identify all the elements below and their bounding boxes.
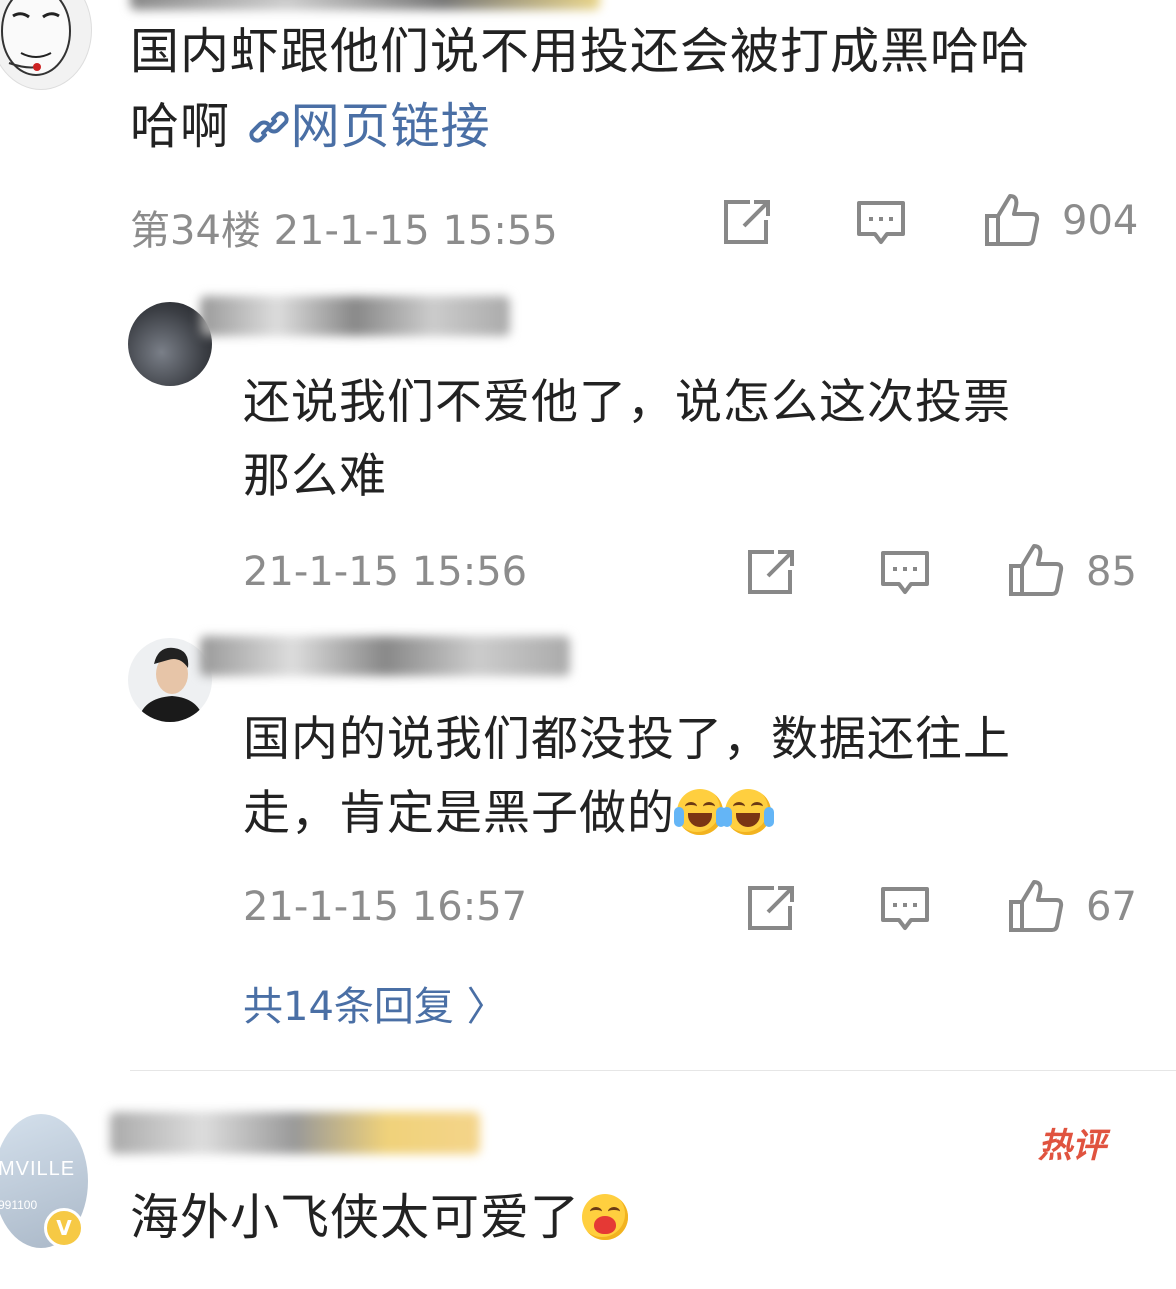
like-icon [985, 194, 1040, 246]
avatar[interactable] [0, 0, 92, 90]
reply-text: 国内的说我们都没投了，数据还往上 走，肯定是黑子做的 [243, 703, 1143, 851]
reply-time: 21-1-15 15:56 [243, 549, 528, 595]
share-button[interactable] [746, 884, 796, 936]
verified-icon: V [44, 1208, 84, 1248]
reply-time: 21-1-15 16:57 [243, 884, 528, 930]
like-icon [1009, 544, 1064, 596]
like-count: 67 [1086, 884, 1137, 930]
comment-button[interactable] [856, 200, 906, 252]
share-icon [748, 886, 794, 930]
comment-button[interactable] [880, 886, 930, 938]
divider [130, 1070, 1176, 1071]
comment-button[interactable] [880, 550, 930, 602]
blurred-username [200, 296, 510, 336]
link-icon [249, 111, 289, 143]
share-button[interactable] [746, 548, 796, 600]
avatar-text: MVILLE [0, 1158, 76, 1180]
crying-laughing-emoji-icon [722, 789, 774, 835]
hot-comment-badge: 热评 [1038, 1126, 1106, 1166]
comment-text: 海外小飞侠太可爱了 [130, 1180, 1130, 1255]
avatar-subtext: 991100 [0, 1198, 38, 1212]
blurred-username [130, 0, 600, 10]
avatar-face-icon [1, 0, 71, 76]
like-button[interactable] [1008, 542, 1064, 602]
like-button[interactable] [1008, 878, 1064, 938]
share-icon [748, 550, 794, 594]
heart-hug-emoji-icon [582, 1194, 629, 1240]
comment-icon [857, 201, 905, 244]
more-replies-link[interactable]: 共14条回复 〉 [243, 974, 507, 1032]
like-count: 85 [1086, 549, 1137, 595]
comment-icon [881, 551, 929, 594]
blurred-username [200, 636, 570, 676]
like-button[interactable] [984, 192, 1040, 252]
reply-text: 还说我们不爱他了，说怎么这次投票 那么难 [243, 366, 1143, 514]
comment-floor-time: 第34楼 21-1-15 15:55 [130, 208, 558, 254]
reply-text-line: 走，肯定是黑子做的 [243, 777, 1143, 851]
share-icon [724, 200, 770, 244]
reply-text-line: 那么难 [243, 449, 387, 504]
blurred-username [110, 1112, 480, 1154]
share-button[interactable] [722, 198, 772, 250]
comment-icon [881, 887, 929, 930]
like-icon [1009, 880, 1064, 932]
comment-text-line: 哈啊 网页链接 [130, 98, 491, 155]
like-count: 904 [1062, 198, 1139, 244]
crying-laughing-emoji-icon [674, 789, 726, 835]
reply-text-line: 还说我们不爱他了，说怎么这次投票 [243, 375, 1011, 430]
comment-text-line: 国内虾跟他们说不用投还会被打成黑哈哈 [130, 23, 1031, 80]
comment-text: 国内虾跟他们说不用投还会被打成黑哈哈 哈啊 网页链接 [130, 14, 1130, 164]
reply-text-line: 国内的说我们都没投了，数据还往上 [243, 712, 1011, 767]
web-link[interactable]: 网页链接 [247, 98, 491, 155]
